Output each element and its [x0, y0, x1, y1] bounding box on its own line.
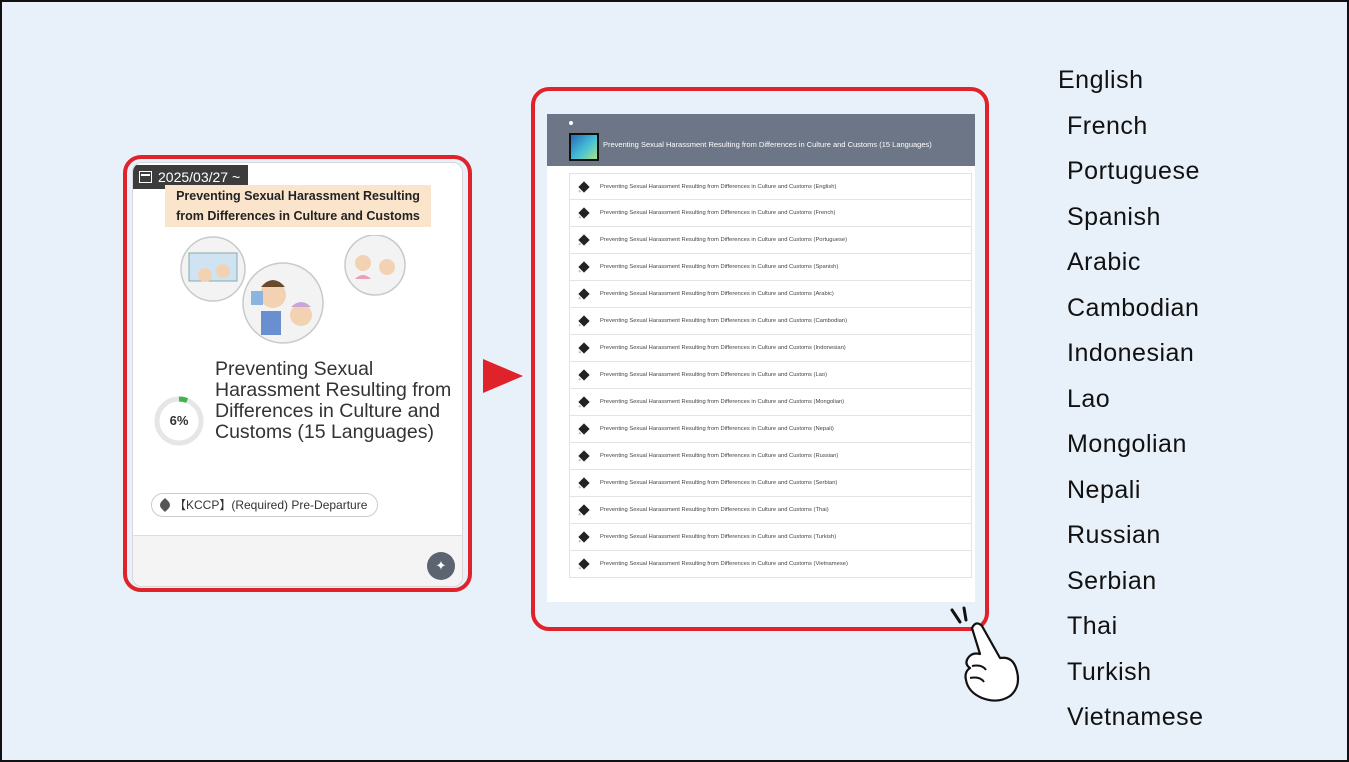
cube-icon [578, 207, 590, 219]
language-label: French [1067, 111, 1148, 140]
list-item-label: Preventing Sexual Harassment Resulting f… [600, 507, 829, 513]
cube-icon [578, 558, 590, 570]
language-label: Spanish [1067, 202, 1161, 231]
language-label: Portuguese [1067, 157, 1200, 185]
list-item-label: Preventing Sexual Harassment Resulting f… [600, 264, 839, 270]
list-item[interactable]: Preventing Sexual Harassment Resulting f… [569, 281, 972, 308]
right-arrow-icon [483, 359, 523, 393]
cube-icon [578, 396, 590, 408]
list-item-label: Preventing Sexual Harassment Resulting f… [600, 426, 834, 432]
list-item[interactable]: Preventing Sexual Harassment Resulting f… [569, 443, 972, 470]
list-item-label: Preventing Sexual Harassment Resulting f… [600, 291, 834, 297]
language-label: Lao [1067, 384, 1111, 413]
language-label: Mongolian [1067, 430, 1187, 458]
list-item[interactable]: Preventing Sexual Harassment Resulting f… [569, 524, 972, 551]
list-item[interactable]: Preventing Sexual Harassment Resulting f… [569, 308, 972, 335]
cube-icon [578, 504, 590, 516]
slide-frame: 2025/03/27 ~ Preventing Sexual Harassmen… [0, 0, 1349, 762]
language-label: Arabic [1067, 248, 1141, 276]
list-item[interactable]: Preventing Sexual Harassment Resulting f… [569, 551, 972, 578]
list-item-label: Preventing Sexual Harassment Resulting f… [600, 345, 846, 351]
header-dot-icon [569, 121, 573, 125]
list-item[interactable]: Preventing Sexual Harassment Resulting f… [569, 200, 972, 227]
language-list: English French Portuguese Spanish Arabic… [1058, 58, 1204, 741]
list-item[interactable]: Preventing Sexual Harassment Resulting f… [569, 173, 972, 200]
calendar-icon [139, 171, 152, 183]
content-list: Preventing Sexual Harassment Resulting f… [569, 173, 972, 578]
cube-icon [578, 180, 590, 193]
list-item-label: Preventing Sexual Harassment Resulting f… [600, 183, 837, 190]
language-label: Vietnamese [1067, 703, 1204, 731]
panel-header-title: Preventing Sexual Harassment Resulting f… [603, 140, 932, 149]
list-item-label: Preventing Sexual Harassment Resulting f… [600, 534, 837, 540]
list-item-label: Preventing Sexual Harassment Resulting f… [600, 480, 838, 486]
list-item[interactable]: Preventing Sexual Harassment Resulting f… [569, 497, 972, 524]
course-tag[interactable]: 【KCCP】(Required) Pre-Departure [151, 493, 379, 517]
course-card[interactable]: 2025/03/27 ~ Preventing Sexual Harassmen… [132, 162, 463, 587]
list-item[interactable]: Preventing Sexual Harassment Resulting f… [569, 335, 972, 362]
course-contents-panel: Preventing Sexual Harassment Resulting f… [547, 114, 975, 602]
list-item-label: Preventing Sexual Harassment Resulting f… [600, 399, 845, 405]
language-label: Turkish [1067, 657, 1152, 686]
language-label: Russian [1067, 521, 1161, 549]
progress-percent: 6% [169, 413, 189, 428]
panel-header: Preventing Sexual Harassment Resulting f… [547, 114, 975, 166]
cube-icon [578, 261, 590, 273]
list-item[interactable]: Preventing Sexual Harassment Resulting f… [569, 389, 972, 416]
thumbnail-illustration [180, 235, 406, 344]
course-thumbnail[interactable]: Preventing Sexual Harassment Resulting f… [165, 185, 431, 345]
cube-icon [578, 288, 590, 300]
list-item-label: Preventing Sexual Harassment Resulting f… [600, 237, 848, 243]
card-footer: ✦ [133, 535, 462, 586]
list-item-label: Preventing Sexual Harassment Resulting f… [600, 372, 828, 378]
list-item[interactable]: Preventing Sexual Harassment Resulting f… [569, 254, 972, 281]
list-item[interactable]: Preventing Sexual Harassment Resulting f… [569, 227, 972, 254]
cube-icon [578, 531, 590, 543]
course-title[interactable]: Preventing Sexual Harassment Resulting f… [215, 359, 460, 443]
list-item[interactable]: Preventing Sexual Harassment Resulting f… [569, 470, 972, 497]
list-item-label: Preventing Sexual Harassment Resulting f… [600, 561, 848, 567]
header-thumbnail [569, 133, 599, 161]
cube-icon [578, 234, 590, 246]
cube-icon [578, 423, 590, 435]
cube-icon [578, 315, 590, 327]
language-label: Nepali [1067, 475, 1141, 504]
cube-icon [578, 477, 590, 489]
language-label: Indonesian [1067, 339, 1195, 367]
tag-icon [157, 497, 173, 513]
language-label: Serbian [1067, 566, 1157, 595]
pointing-hand-icon [950, 606, 1020, 702]
list-item-label: Preventing Sexual Harassment Resulting f… [600, 453, 839, 459]
list-item[interactable]: Preventing Sexual Harassment Resulting f… [569, 362, 972, 389]
list-item-label: Preventing Sexual Harassment Resulting f… [600, 210, 836, 216]
language-label: English [1058, 66, 1144, 94]
thumbnail-title: Preventing Sexual Harassment Resulting f… [165, 185, 431, 227]
list-item-label: Preventing Sexual Harassment Resulting f… [600, 318, 848, 324]
cube-icon [578, 342, 590, 354]
cube-icon [578, 369, 590, 381]
language-label: Thai [1067, 612, 1118, 640]
pin-icon[interactable]: ✦ [427, 552, 455, 580]
language-label: Cambodian [1067, 293, 1200, 322]
cube-icon [578, 450, 590, 462]
list-item[interactable]: Preventing Sexual Harassment Resulting f… [569, 416, 972, 443]
tag-label: 【KCCP】(Required) Pre-Departure [174, 498, 368, 512]
